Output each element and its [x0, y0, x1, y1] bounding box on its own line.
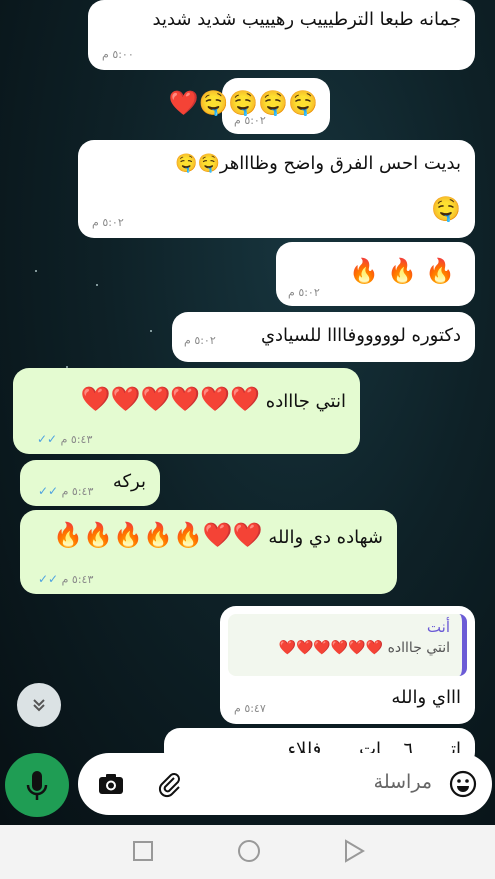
reply-text: انتي جاااده ❤️❤️❤️❤️❤️❤️ [278, 640, 450, 656]
recents-square-icon[interactable] [132, 840, 154, 862]
message-text: اااي والله [391, 687, 461, 708]
message-time: ٥:٤٣ م [61, 485, 94, 498]
message-line: شهاده دي والله ❤️❤️🔥🔥🔥🔥🔥 [53, 520, 383, 552]
camera-icon [99, 774, 123, 794]
reply-author: أنت [426, 618, 450, 636]
message-time: ٥:٤٣ م [61, 573, 94, 586]
double-check-icon: ✓✓ [37, 432, 61, 446]
android-navigation-bar [0, 825, 495, 879]
message-time: ٥:٠٢ م [92, 216, 124, 229]
message-time: ٥:٠٢ م [234, 114, 266, 127]
message-input[interactable]: مراسلة [252, 771, 432, 793]
message-time: ٥:٠٢ م [184, 334, 216, 347]
message-text: بديت احس الفرق واضح وظاااهر🤤🤤 [175, 153, 461, 174]
message-emoji: ❤️❤️🔥🔥🔥🔥🔥 [53, 521, 263, 549]
message-text: بركه [112, 471, 146, 492]
message-bubble-outgoing[interactable]: بركه ٥:٤٣ م ✓✓ [20, 460, 160, 506]
double-chevron-down-icon [33, 699, 45, 712]
message-meta: ٥:٤٣ م ✓✓ [34, 572, 93, 586]
message-bubble-incoming[interactable]: جمانه طبعا الترطيييب رهيييب شديد شديد ٥:… [88, 0, 475, 70]
star-decoration [150, 330, 152, 332]
quoted-reply[interactable]: أنت انتي جاااده ❤️❤️❤️❤️❤️❤️ [228, 614, 467, 676]
message-bubble-incoming[interactable]: أنت انتي جاااده ❤️❤️❤️❤️❤️❤️ اااي والله … [220, 606, 475, 724]
message-bubble-outgoing[interactable]: انتي جاااده ❤️❤️❤️❤️❤️❤️ ٥:٤٣ م ✓✓ [13, 368, 360, 454]
message-text: شهاده دي والله [268, 527, 383, 548]
message-bubble-incoming[interactable]: بديت احس الفرق واضح وظاااهر🤤🤤 🤤 ٥:٠٢ م [78, 140, 475, 238]
message-text: انتي جاااده [265, 391, 346, 412]
message-meta: ٥:٤٣ م ✓✓ [33, 432, 92, 446]
double-check-icon: ✓✓ [38, 484, 62, 498]
smiley-icon [449, 770, 477, 798]
message-emoji: 🤤 [431, 195, 461, 223]
message-time: ٥:٤٣ م [60, 433, 93, 446]
message-bubble-incoming[interactable]: 🔥🔥🔥 ٥:٠٢ م [276, 242, 475, 306]
home-circle-icon[interactable] [237, 839, 261, 863]
emoji-button[interactable] [448, 769, 478, 803]
message-bubble-incoming[interactable]: دكتوره لوووووفاااا للسيادي ٥:٠٢ م [172, 312, 475, 362]
message-text: جمانه طبعا الترطيييب رهيييب شديد شديد [152, 9, 462, 30]
camera-button[interactable] [96, 769, 126, 803]
message-compose-bar: مراسلة [78, 753, 492, 815]
message-bubble-incoming[interactable]: 🤤🤤🤤🤤❤️ ٥:٠٢ م [169, 78, 330, 134]
paperclip-icon [158, 773, 180, 798]
attach-button[interactable] [154, 769, 184, 803]
message-time: ٥:٤٧ م [234, 702, 266, 715]
message-meta: ٥:٤٣ م ✓✓ [34, 484, 93, 498]
double-check-icon: ✓✓ [38, 572, 62, 586]
message-time: ٥:٠٠ م [102, 48, 134, 61]
scroll-to-bottom-button[interactable] [17, 683, 61, 727]
star-decoration [35, 270, 37, 272]
message-line: انتي جاااده ❤️❤️❤️❤️❤️❤️ [81, 384, 346, 416]
back-triangle-icon[interactable] [343, 839, 365, 863]
message-time: ٥:٠٢ م [288, 286, 320, 299]
message-emoji: ❤️❤️❤️❤️❤️❤️ [80, 385, 261, 413]
voice-record-button[interactable] [5, 753, 69, 817]
microphone-icon [26, 771, 48, 800]
star-decoration [96, 284, 98, 286]
message-bubble-outgoing[interactable]: شهاده دي والله ❤️❤️🔥🔥🔥🔥🔥 ٥:٤٣ م ✓✓ [20, 510, 397, 594]
message-emoji: 🔥🔥🔥 [349, 257, 463, 285]
message-text: دكتوره لوووووفاااا للسيادي [260, 325, 461, 346]
